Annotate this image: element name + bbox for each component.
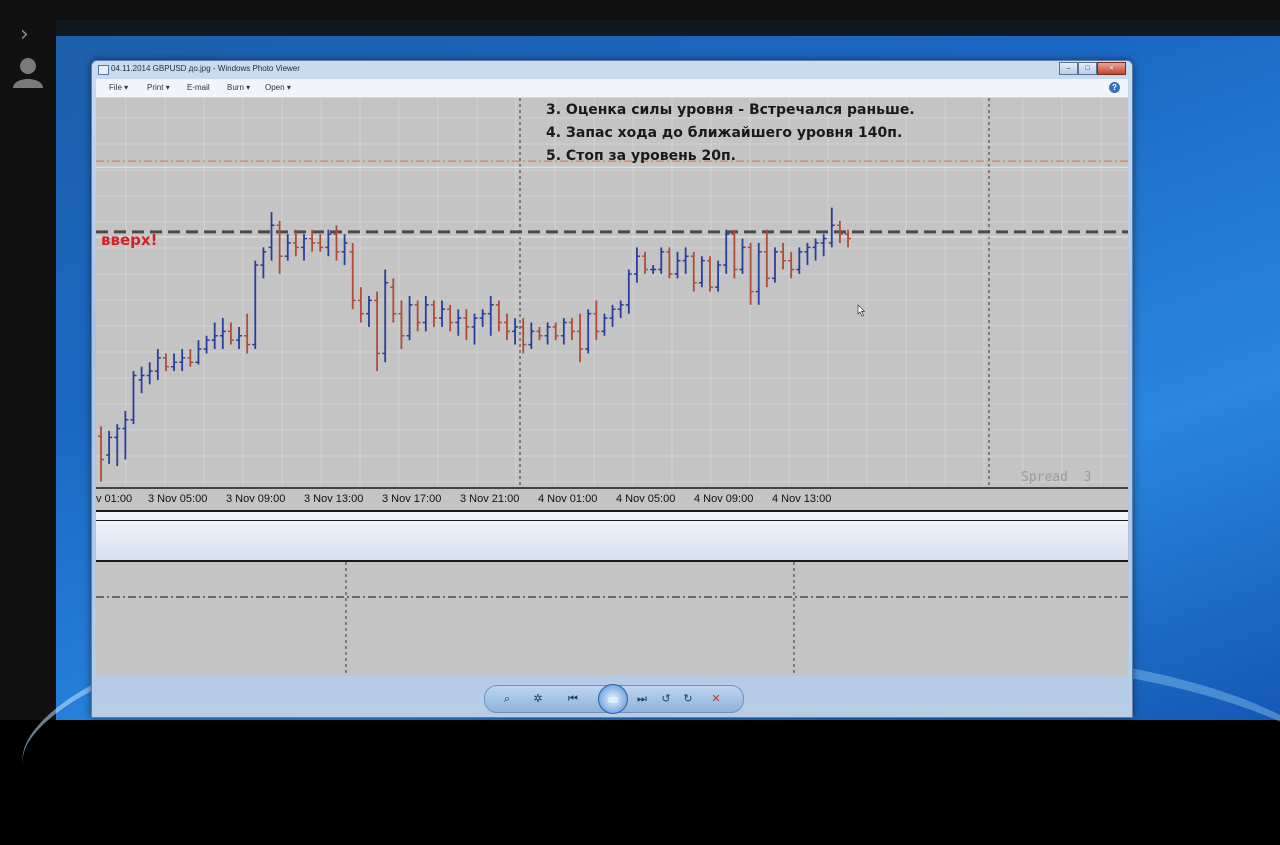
note-line: 5. Стоп за уровень 20п. bbox=[546, 148, 736, 164]
menu-bar: File ▾ Print ▾ E-mail Burn ▾ Open ▾ ? bbox=[96, 79, 1128, 98]
time-label: 3 Nov 17:00 bbox=[382, 493, 442, 505]
app-icon bbox=[98, 65, 109, 75]
delete-button[interactable]: ✕ bbox=[707, 691, 725, 707]
help-icon[interactable]: ? bbox=[1109, 82, 1120, 93]
time-label: 3 Nov 21:00 bbox=[460, 493, 520, 505]
fit-button[interactable]: ✲ bbox=[529, 691, 547, 707]
spread-label: Spread 3 bbox=[1021, 470, 1092, 485]
photo-viewer-window: 04.11.2014 GBPUSD до.jpg - Windows Photo… bbox=[91, 60, 1133, 718]
viewer-side-strip bbox=[0, 0, 56, 720]
time-label: 3 Nov 13:00 bbox=[304, 493, 364, 505]
note-line: 3. Оценка силы уровня - Встречался раньш… bbox=[546, 102, 915, 118]
chevron-down-icon: ▾ bbox=[286, 83, 291, 92]
desktop-top-edge bbox=[56, 20, 1280, 36]
window-title: 04.11.2014 GBPUSD до.jpg - Windows Photo… bbox=[111, 64, 300, 73]
menu-open[interactable]: Open ▾ bbox=[265, 83, 291, 92]
note-line: 4. Запас хода до ближайшего уровня 140п. bbox=[546, 125, 903, 141]
indicator-separator bbox=[96, 510, 1128, 562]
maximize-button[interactable]: □ bbox=[1078, 62, 1097, 75]
previous-button[interactable]: ⏮ bbox=[564, 691, 582, 707]
minimize-button[interactable]: – bbox=[1059, 62, 1078, 75]
title-bar[interactable]: 04.11.2014 GBPUSD до.jpg - Windows Photo… bbox=[92, 61, 1132, 77]
menu-print[interactable]: Print ▾ bbox=[147, 83, 170, 92]
direction-label: вверх! bbox=[101, 231, 158, 249]
user-icon[interactable] bbox=[10, 54, 46, 90]
displayed-image: 3. Оценка силы уровня - Встречался раньш… bbox=[96, 98, 1128, 676]
viewer-toolbar: ⌕ ✲ ⏮ ▭ ⏭ ↺ ↻ ✕ bbox=[484, 684, 744, 714]
time-label: v 01:00 bbox=[96, 493, 133, 505]
time-label: 4 Nov 09:00 bbox=[694, 493, 754, 505]
menu-file[interactable]: File ▾ bbox=[109, 83, 128, 92]
rotate-right-button[interactable]: ↻ bbox=[679, 691, 697, 707]
zoom-button[interactable]: ⌕ bbox=[498, 691, 516, 707]
time-label: 3 Nov 05:00 bbox=[148, 493, 208, 505]
ohlc-chart bbox=[96, 98, 1128, 676]
next-button[interactable]: ⏭ bbox=[633, 691, 651, 707]
time-label: 4 Nov 05:00 bbox=[616, 493, 676, 505]
chevron-right-icon[interactable]: › bbox=[20, 22, 29, 47]
chevron-down-icon: ▾ bbox=[246, 83, 251, 92]
separator-line bbox=[96, 520, 1128, 521]
mouse-cursor-icon bbox=[857, 304, 866, 317]
rotate-left-button[interactable]: ↺ bbox=[657, 691, 675, 707]
time-label: 3 Nov 09:00 bbox=[226, 493, 286, 505]
slideshow-button[interactable]: ▭ bbox=[598, 684, 628, 714]
chevron-down-icon: ▾ bbox=[165, 83, 170, 92]
menu-email[interactable]: E-mail bbox=[187, 83, 210, 92]
time-label: 4 Nov 13:00 bbox=[772, 493, 832, 505]
chevron-down-icon: ▾ bbox=[124, 83, 129, 92]
close-button[interactable]: × bbox=[1097, 62, 1126, 75]
time-label: 4 Nov 01:00 bbox=[538, 493, 598, 505]
viewer-top-strip bbox=[56, 0, 1280, 20]
window-controls: – □ × bbox=[1059, 62, 1126, 75]
menu-burn[interactable]: Burn ▾ bbox=[227, 83, 250, 92]
